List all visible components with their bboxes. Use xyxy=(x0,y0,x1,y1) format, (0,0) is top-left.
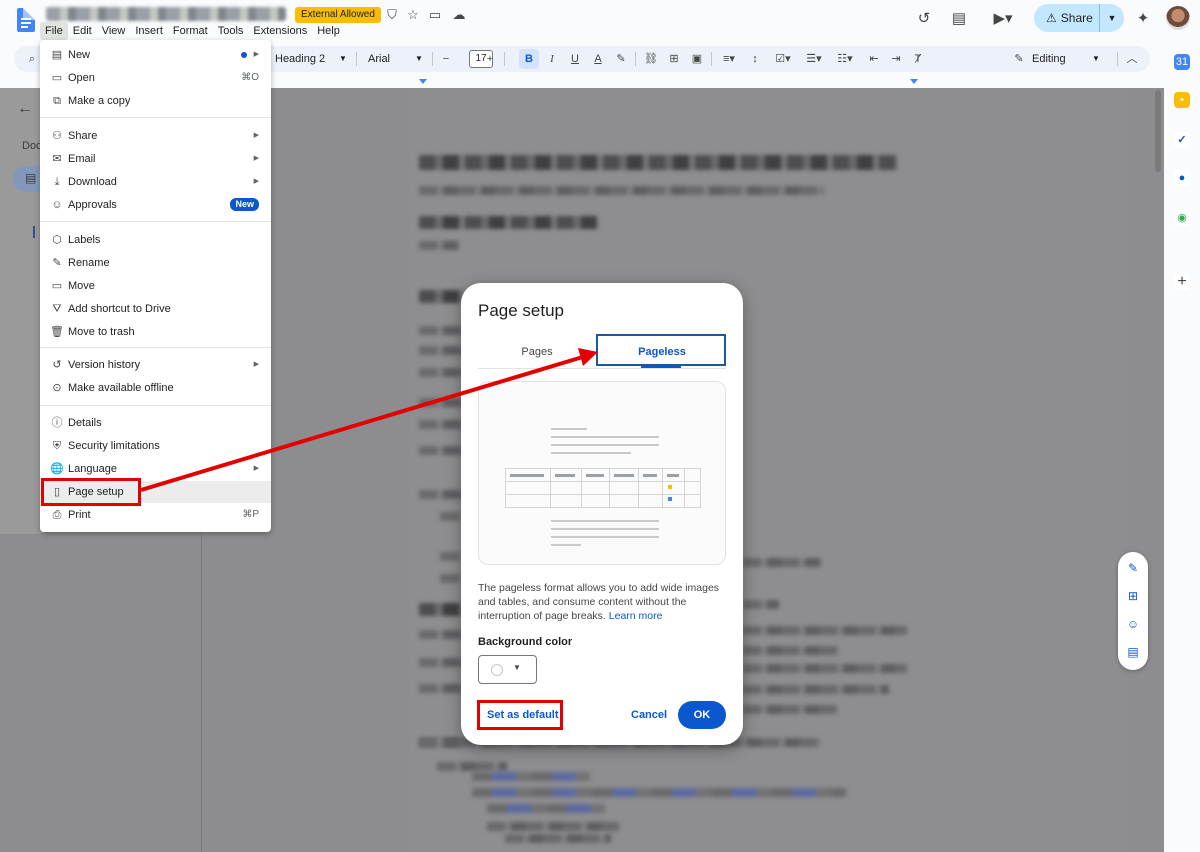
annotation-arrow xyxy=(140,348,598,492)
